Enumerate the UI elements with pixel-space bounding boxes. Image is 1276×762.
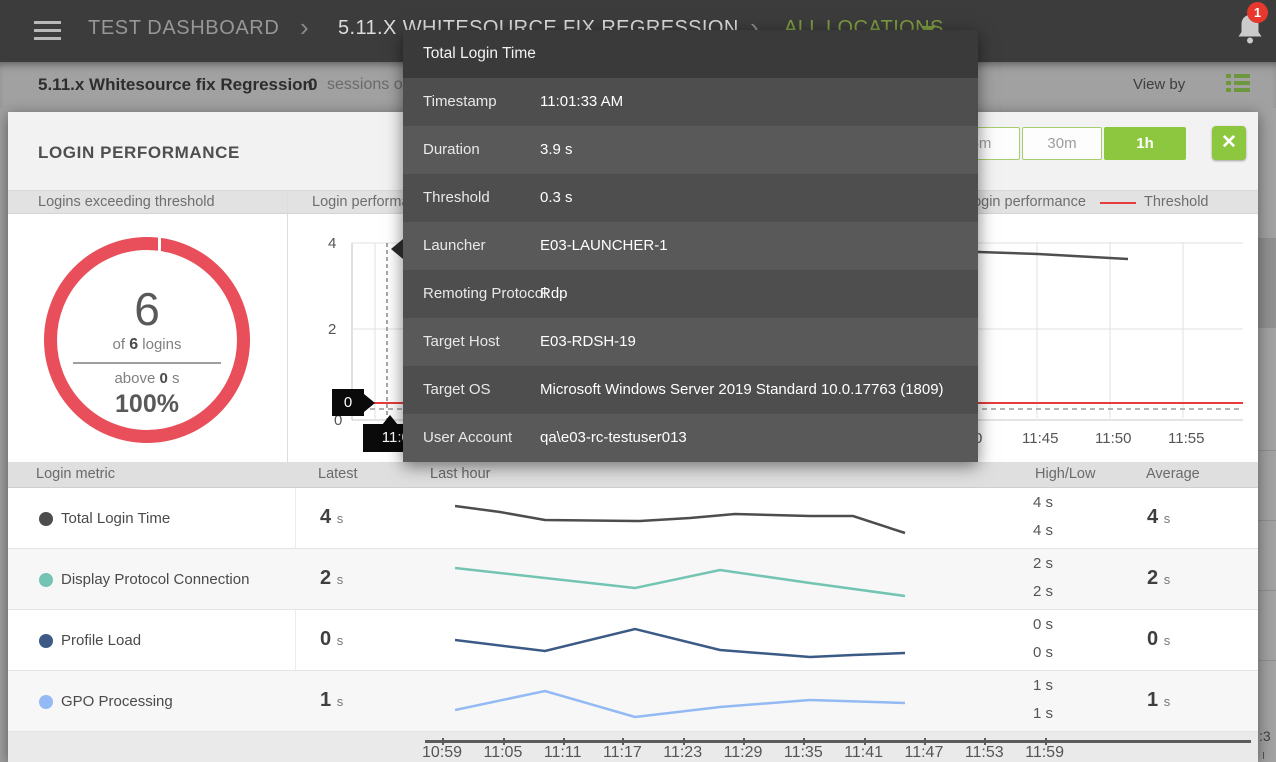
table-header: Login metric Latest Last hour High/Low A… — [8, 462, 1258, 488]
tooltip-title: Total Login Time — [403, 30, 978, 78]
metric-name: GPO Processing — [61, 693, 173, 710]
breadcrumb-dashboard[interactable]: TEST DASHBOARD — [88, 17, 279, 40]
view-by-list-icon[interactable] — [1226, 74, 1250, 98]
panel-title: LOGIN PERFORMANCE — [38, 143, 240, 163]
high-value: 1 s — [1033, 677, 1053, 694]
crosshair-x-flag-arrow — [382, 415, 398, 425]
average-value: 0 s — [1147, 628, 1170, 651]
low-value: 0 s — [1033, 644, 1053, 661]
metric-color-dot — [39, 512, 53, 526]
time-axis-labels: 10:59 11:05 11:11 11:17 11:23 11:29 11:35 11:41… — [422, 744, 1064, 762]
tooltip-row-remoting-protocol: Remoting ProtocolRdp — [403, 270, 978, 318]
time-axis-line — [425, 740, 1251, 743]
time-axis-label: 11:17 — [603, 744, 642, 762]
table-row-total-login-time[interactable]: Total Login Time 4 s 4 s 4 s 4 s — [8, 488, 1258, 549]
table-row-profile-load[interactable]: Profile Load 0 s 0 s 0 s 0 s — [8, 610, 1258, 671]
high-value: 0 s — [1033, 616, 1053, 633]
table-row-display-protocol[interactable]: Display Protocol Connection 2 s 2 s 2 s … — [8, 549, 1258, 610]
metric-name: Total Login Time — [61, 510, 170, 527]
notification-badge[interactable]: 1 — [1247, 2, 1268, 23]
metric-color-dot — [39, 695, 53, 709]
col-latest: Latest — [318, 466, 358, 482]
background-page-edge: :3 — [1258, 108, 1276, 762]
metric-name: Display Protocol Connection — [61, 571, 249, 588]
section-title-logins-exceeding: Logins exceeding threshold — [38, 194, 215, 210]
low-value: 1 s — [1033, 705, 1053, 722]
col-last-hour: Last hour — [430, 466, 490, 482]
sessions-label: sessions o — [327, 76, 403, 94]
time-range-30m-button[interactable]: 30m — [1022, 127, 1102, 160]
time-axis-label: 11:47 — [905, 744, 944, 762]
y-tick-2: 2 — [328, 321, 336, 338]
table-row-gpo-processing[interactable]: GPO Processing 1 s 1 s 1 s 1 s — [8, 671, 1258, 732]
high-value: 4 s — [1033, 494, 1053, 511]
metric-name: Profile Load — [61, 632, 141, 649]
close-button[interactable]: ✕ — [1212, 126, 1246, 160]
time-axis-label: 11:23 — [663, 744, 702, 762]
dashboard-page: TEST DASHBOARD › 5.11.X WHITESOURCE FIX … — [0, 0, 1276, 762]
tooltip-row-launcher: LauncherE03-LAUNCHER-1 — [403, 222, 978, 270]
low-value: 4 s — [1033, 522, 1053, 539]
average-value: 2 s — [1147, 567, 1170, 590]
login-time-tooltip: Total Login Time Timestamp11:01:33 AM Du… — [403, 30, 978, 462]
time-axis-label: 11:35 — [784, 744, 823, 762]
col-high-low: High/Low — [1035, 466, 1095, 482]
background-axis-fragment: :3 — [1259, 728, 1271, 744]
tooltip-caret-icon — [391, 239, 403, 259]
col-average: Average — [1146, 466, 1200, 482]
x-tick-1145: 11:45 — [1022, 430, 1058, 447]
latest-value: 1 s — [320, 689, 343, 712]
metrics-table-body: Total Login Time 4 s 4 s 4 s 4 s Display… — [8, 488, 1258, 732]
sparkline — [455, 488, 940, 549]
sparkline — [455, 610, 940, 671]
tooltip-row-target-host: Target HostE03-RDSH-19 — [403, 318, 978, 366]
metric-color-dot — [39, 573, 53, 587]
threshold-legend-label: Threshold — [1144, 194, 1208, 210]
tooltip-row-target-os: Target OSMicrosoft Windows Server 2019 S… — [403, 366, 978, 414]
time-axis-label: 11:29 — [724, 744, 763, 762]
dashboard-title: 5.11.x Whitesource fix Regression — [38, 75, 313, 95]
time-axis-label: 11:11 — [544, 744, 582, 762]
sparkline — [455, 671, 940, 732]
time-axis-label: 11:41 — [844, 744, 883, 762]
breadcrumb-separator-icon: › — [300, 12, 309, 43]
average-value: 4 s — [1147, 506, 1170, 529]
time-axis-label: 11:05 — [484, 744, 523, 762]
tooltip-row-timestamp: Timestamp11:01:33 AM — [403, 78, 978, 126]
x-tick-1155: 11:55 — [1168, 430, 1204, 447]
tooltip-row-threshold: Threshold0.3 s — [403, 174, 978, 222]
sparkline — [455, 549, 940, 610]
metric-color-dot — [39, 634, 53, 648]
tooltip-row-duration: Duration3.9 s — [403, 126, 978, 174]
tooltip-row-user-account: User Accountqa\e03-rc-testuser013 — [403, 414, 978, 462]
latest-value: 0 s — [320, 628, 343, 651]
crosshair-y-flag: 0 — [332, 389, 364, 416]
time-axis-label: 10:59 — [422, 744, 462, 762]
high-value: 2 s — [1033, 555, 1053, 572]
view-by-label: View by — [1133, 76, 1185, 93]
col-login-metric: Login metric — [36, 466, 115, 482]
time-axis: 10:59 11:05 11:11 11:17 11:23 11:29 11:35 11:41… — [8, 732, 1258, 762]
threshold-legend-line — [1100, 202, 1136, 204]
latest-value: 2 s — [320, 567, 343, 590]
time-axis-label: 11:59 — [1025, 744, 1064, 762]
time-axis-label: 11:53 — [965, 744, 1004, 762]
average-value: 1 s — [1147, 689, 1170, 712]
y-tick-4: 4 — [328, 235, 336, 252]
latest-value: 4 s — [320, 506, 343, 529]
section-title-login-performance-right: Login performance — [965, 194, 1086, 210]
crosshair-y-flag-arrow — [364, 394, 375, 412]
time-range-1h-button[interactable]: 1h — [1104, 127, 1186, 160]
low-value: 2 s — [1033, 583, 1053, 600]
menu-icon[interactable] — [34, 21, 61, 45]
x-tick-1150: 11:50 — [1095, 430, 1131, 447]
sessions-count: 0 — [308, 75, 317, 95]
